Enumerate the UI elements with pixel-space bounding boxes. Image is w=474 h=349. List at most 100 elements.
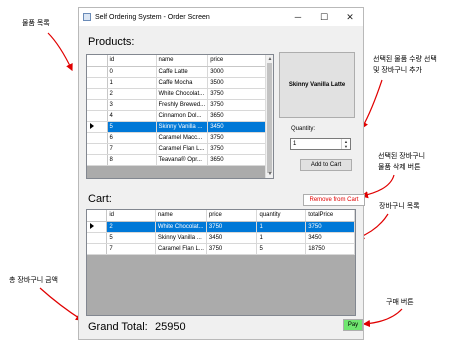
row-header[interactable]	[87, 66, 108, 78]
table-cell[interactable]: 1	[107, 77, 157, 89]
table-row[interactable]: 4 Cinnamon Dol... 3650	[87, 110, 267, 122]
table-cell[interactable]: 0	[107, 66, 157, 78]
row-header[interactable]	[87, 154, 108, 166]
row-header[interactable]	[87, 232, 108, 244]
row-header[interactable]	[87, 77, 108, 89]
table-cell[interactable]: 4	[107, 110, 157, 122]
window-title: Self Ordering System - Order Screen	[95, 13, 210, 21]
app-icon	[83, 13, 91, 21]
column-header-total-price[interactable]: totalPrice	[305, 210, 355, 222]
table-cell[interactable]: 5	[107, 121, 157, 133]
table-cell[interactable]: 1	[256, 221, 307, 233]
table-cell[interactable]: 3450	[305, 232, 355, 244]
table-cell[interactable]: Caramel Flan L...	[155, 243, 207, 255]
spin-down-icon[interactable]: ▼	[342, 144, 350, 149]
table-cell[interactable]: Skinny Vanilla ...	[156, 121, 209, 133]
table-cell[interactable]: 3650	[207, 154, 267, 166]
table-row[interactable]: 2 White Chocolat... 3750 1 3750	[87, 221, 355, 233]
table-cell[interactable]: 2	[106, 221, 156, 233]
column-header-price[interactable]: price	[206, 210, 258, 222]
arrow-pay	[362, 308, 403, 328]
column-header-id[interactable]: id	[106, 210, 156, 222]
quantity-stepper[interactable]: 1 ▲ ▼	[290, 138, 351, 150]
table-cell[interactable]: Cinnamon Dol...	[156, 110, 209, 122]
table-cell[interactable]: Caramel Flan L...	[156, 143, 209, 155]
row-header[interactable]	[87, 121, 108, 133]
quantity-spinner[interactable]: ▲ ▼	[341, 139, 350, 149]
row-header-corner	[87, 210, 108, 222]
app-window: Self Ordering System - Order Screen ─ ☐ …	[78, 7, 365, 340]
table-cell[interactable]: 5	[256, 243, 307, 255]
table-row[interactable]: 7 Caramel Flan L... 3750	[87, 143, 267, 155]
table-cell[interactable]: 3750	[207, 132, 267, 144]
table-row[interactable]: 5 Skinny Vanilla ... 3450 1 3450	[87, 232, 355, 244]
column-header-price[interactable]: price	[207, 55, 267, 67]
table-row[interactable]: 8 Teavana® Opr... 3650	[87, 154, 267, 166]
column-header-id[interactable]: id	[107, 55, 157, 67]
table-cell[interactable]: 3650	[207, 110, 267, 122]
products-grid[interactable]: id name price 0 Caffe Latte 3000 1 Caffe Moc…	[86, 54, 274, 179]
column-header-name[interactable]: name	[156, 55, 209, 67]
column-header-quantity[interactable]: quantity	[256, 210, 307, 222]
table-cell[interactable]: 8	[107, 154, 157, 166]
table-cell[interactable]: 3	[107, 99, 157, 111]
table-cell[interactable]: 5	[106, 232, 156, 244]
table-cell[interactable]: 3450	[206, 232, 258, 244]
table-cell[interactable]: 2	[107, 88, 157, 100]
table-row[interactable]: 0 Caffe Latte 3000	[87, 66, 267, 78]
table-row[interactable]: 1 Caffe Mocha 3500	[87, 77, 267, 89]
product-preview: Skinny Vanilla Latte	[279, 52, 355, 118]
table-cell[interactable]: 3450	[207, 121, 267, 133]
row-header[interactable]	[87, 88, 108, 100]
remove-from-cart-button[interactable]: Remove from Cart	[303, 194, 365, 206]
table-cell[interactable]: Skinny Vanilla ...	[155, 232, 207, 244]
table-cell[interactable]: 18750	[305, 243, 355, 255]
arrow-select-add	[361, 79, 383, 130]
table-cell[interactable]: 3750	[207, 88, 267, 100]
table-cell[interactable]: 3750	[207, 99, 267, 111]
cart-grid[interactable]: id name price quantity totalPrice 2 White…	[86, 209, 356, 316]
scroll-up-icon[interactable]: ▲	[266, 55, 273, 63]
table-row[interactable]: 2 White Chocolat... 3750	[87, 88, 267, 100]
table-row[interactable]: 6 Caramel Macc... 3750	[87, 132, 267, 144]
row-header[interactable]	[87, 143, 108, 155]
products-scrollbar[interactable]: ▲ ▼	[265, 55, 273, 178]
table-cell[interactable]: 7	[107, 143, 157, 155]
pay-button[interactable]: Pay	[343, 319, 363, 331]
row-header[interactable]	[87, 243, 108, 255]
arrow-remove	[360, 174, 395, 199]
table-cell[interactable]: 3500	[207, 77, 267, 89]
minimize-button[interactable]: ─	[285, 8, 311, 26]
table-cell[interactable]: 6	[107, 132, 157, 144]
scroll-down-icon[interactable]: ▼	[266, 170, 273, 178]
add-to-cart-button[interactable]: Add to Cart	[300, 159, 352, 171]
table-cell[interactable]: Teavana® Opr...	[156, 154, 209, 166]
row-header[interactable]	[87, 221, 108, 233]
row-header[interactable]	[87, 110, 108, 122]
table-cell[interactable]: 1	[256, 232, 307, 244]
close-button[interactable]: ✕	[337, 8, 363, 26]
table-row[interactable]: 5 Skinny Vanilla ... 3450	[87, 121, 267, 133]
table-row[interactable]: 3 Freshly Brewed... 3750	[87, 99, 267, 111]
table-cell[interactable]: Caramel Macc...	[156, 132, 209, 144]
maximize-button[interactable]: ☐	[311, 8, 337, 26]
table-cell[interactable]: 3000	[207, 66, 267, 78]
table-cell[interactable]: 3750	[206, 243, 258, 255]
title-bar: Self Ordering System - Order Screen ─ ☐ …	[79, 8, 363, 26]
table-cell[interactable]: White Chocolat...	[155, 221, 207, 233]
column-header-name[interactable]: name	[155, 210, 207, 222]
table-row[interactable]: 7 Caramel Flan L... 3750 5 18750	[87, 243, 355, 255]
table-cell[interactable]: 3750	[207, 143, 267, 155]
table-cell[interactable]: 7	[106, 243, 156, 255]
row-header[interactable]	[87, 132, 108, 144]
table-cell[interactable]: 3750	[206, 221, 258, 233]
table-cell[interactable]: Caffe Latte	[156, 66, 209, 78]
products-header-row: id name price	[87, 55, 267, 67]
table-cell[interactable]: Freshly Brewed...	[156, 99, 209, 111]
current-row-icon	[90, 222, 94, 229]
table-cell[interactable]: Caffe Mocha	[156, 77, 209, 89]
row-header[interactable]	[87, 99, 108, 111]
table-cell[interactable]: 3750	[305, 221, 355, 233]
table-cell[interactable]: White Chocolat...	[156, 88, 209, 100]
scroll-thumb[interactable]	[267, 63, 272, 173]
